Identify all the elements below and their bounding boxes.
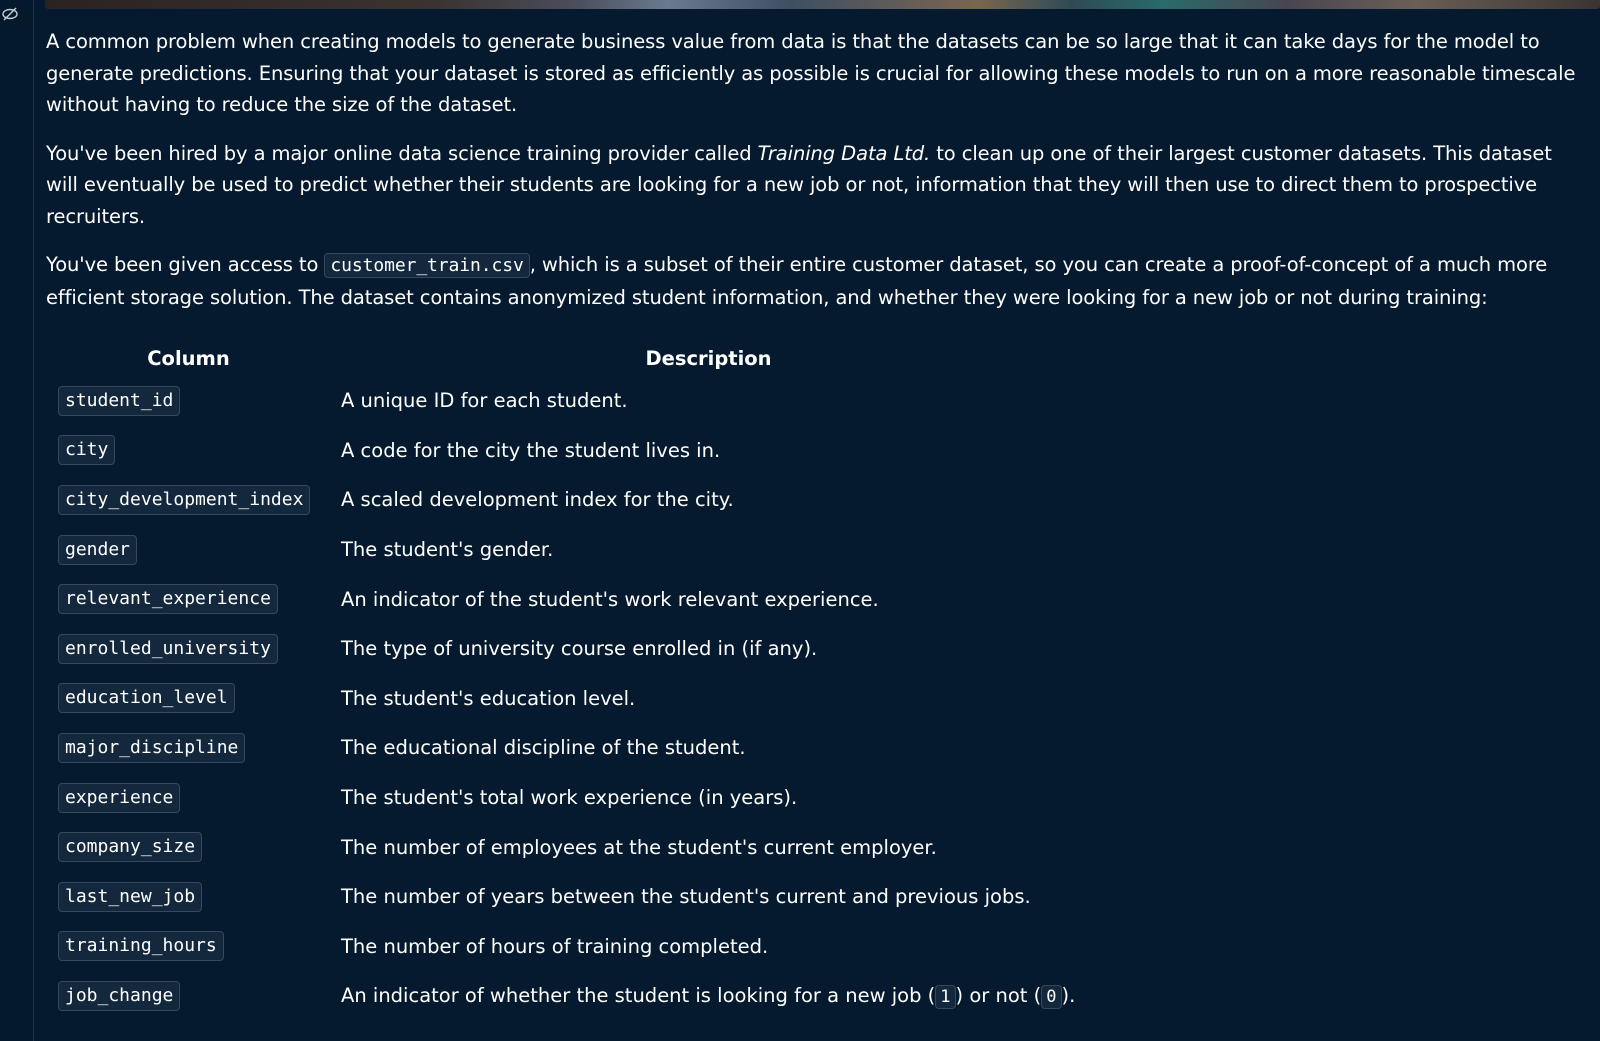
column-name-code: relevant_experience: [58, 584, 278, 615]
description-cell: An indicator of whether the student is l…: [331, 971, 1086, 1021]
dataset-text-start: You've been given access to: [46, 253, 325, 276]
description-cell: The student's gender.: [341, 538, 554, 562]
column-name-cell: relevant_experience: [46, 574, 331, 624]
column-name-cell: enrolled_university: [46, 624, 331, 674]
table-row: gender The student's gender.: [46, 525, 1086, 575]
value-yes-code: 1: [935, 985, 956, 1010]
left-gutter: [0, 0, 34, 1041]
table-row: student_id A unique ID for each student.: [46, 376, 1086, 426]
description-header: Description: [645, 346, 772, 370]
description-cell: The number of hours of training complete…: [341, 934, 769, 958]
table-row: experience The student's total work expe…: [46, 773, 1086, 823]
table-row: relevant_experience An indicator of the …: [46, 574, 1086, 624]
column-name-cell: job_change: [46, 971, 331, 1021]
column-name-cell: city_development_index: [46, 475, 331, 525]
table-row: major_discipline The educational discipl…: [46, 723, 1086, 773]
column-name-code: last_new_job: [58, 881, 203, 912]
column-name-cell: major_discipline: [46, 723, 331, 773]
description-cell: The student's total work experience (in …: [341, 786, 798, 810]
column-header: Column: [147, 346, 230, 370]
intro-text: A common problem when creating models to…: [46, 30, 1576, 116]
header-banner-image: [45, 0, 1600, 9]
description-cell: The type of university course enrolled i…: [341, 637, 818, 661]
dataset-paragraph: You've been given access to customer_tra…: [46, 249, 1580, 313]
description-cell: The educational discipline of the studen…: [341, 736, 746, 760]
task-text-start: You've been hired by a major online data…: [46, 141, 758, 165]
column-name-cell: education_level: [46, 674, 331, 724]
task-paragraph: You've been hired by a major online data…: [46, 138, 1580, 233]
column-description-table: Column Description student_id A unique I…: [46, 340, 1086, 1021]
description-cell: An indicator of the student's work relev…: [341, 587, 879, 611]
column-name-cell: company_size: [46, 822, 331, 872]
job-change-desc-end: ).: [1061, 984, 1076, 1008]
intro-paragraph: A common problem when creating models to…: [46, 26, 1580, 121]
job-change-desc-start: An indicator of whether the student is l…: [341, 984, 936, 1008]
job-change-desc-middle: ) or not (: [955, 984, 1042, 1008]
table-row: enrolled_university The type of universi…: [46, 624, 1086, 674]
column-name-cell: city: [46, 426, 331, 476]
table-row: company_size The number of employees at …: [46, 822, 1086, 872]
eye-off-icon[interactable]: [1, 6, 21, 22]
column-name-cell: last_new_job: [46, 872, 331, 922]
column-name-code: city_development_index: [58, 484, 311, 515]
column-name-code: training_hours: [58, 931, 224, 962]
description-cell: The student's education level.: [341, 686, 636, 710]
table-header-row: Column Description: [46, 340, 1086, 376]
table-row: training_hours The number of hours of tr…: [46, 922, 1086, 972]
column-name-code: city: [58, 435, 116, 466]
table-row: last_new_job The number of years between…: [46, 872, 1086, 922]
value-no-code: 0: [1041, 985, 1062, 1010]
column-name-code: gender: [58, 534, 138, 565]
table-row: city_development_index A scaled developm…: [46, 475, 1086, 525]
company-name: Training Data Ltd.: [757, 141, 931, 165]
table-row: city A code for the city the student liv…: [46, 426, 1086, 476]
description-cell: A unique ID for each student.: [341, 389, 628, 413]
column-name-cell: training_hours: [46, 922, 331, 972]
markdown-content: A common problem when creating models to…: [46, 26, 1580, 330]
column-name-code: experience: [58, 782, 181, 813]
column-name-cell: student_id: [46, 376, 331, 426]
description-cell: The number of employees at the student's…: [341, 835, 937, 859]
column-name-code: student_id: [58, 385, 181, 416]
description-cell: A code for the city the student lives in…: [341, 438, 721, 462]
description-cell: The number of years between the student'…: [341, 885, 1031, 909]
column-name-cell: gender: [46, 525, 331, 575]
table-row: education_level The student's education …: [46, 674, 1086, 724]
column-name-code: enrolled_university: [58, 633, 278, 664]
table-row: job_change An indicator of whether the s…: [46, 971, 1086, 1021]
column-name-code: major_discipline: [58, 732, 246, 763]
description-cell: A scaled development index for the city.: [341, 488, 734, 512]
column-name-cell: experience: [46, 773, 331, 823]
column-name-code: education_level: [58, 683, 235, 714]
dataset-filename-code: customer_train.csv: [324, 253, 530, 278]
column-name-code: job_change: [58, 980, 181, 1011]
column-name-code: company_size: [58, 832, 203, 863]
